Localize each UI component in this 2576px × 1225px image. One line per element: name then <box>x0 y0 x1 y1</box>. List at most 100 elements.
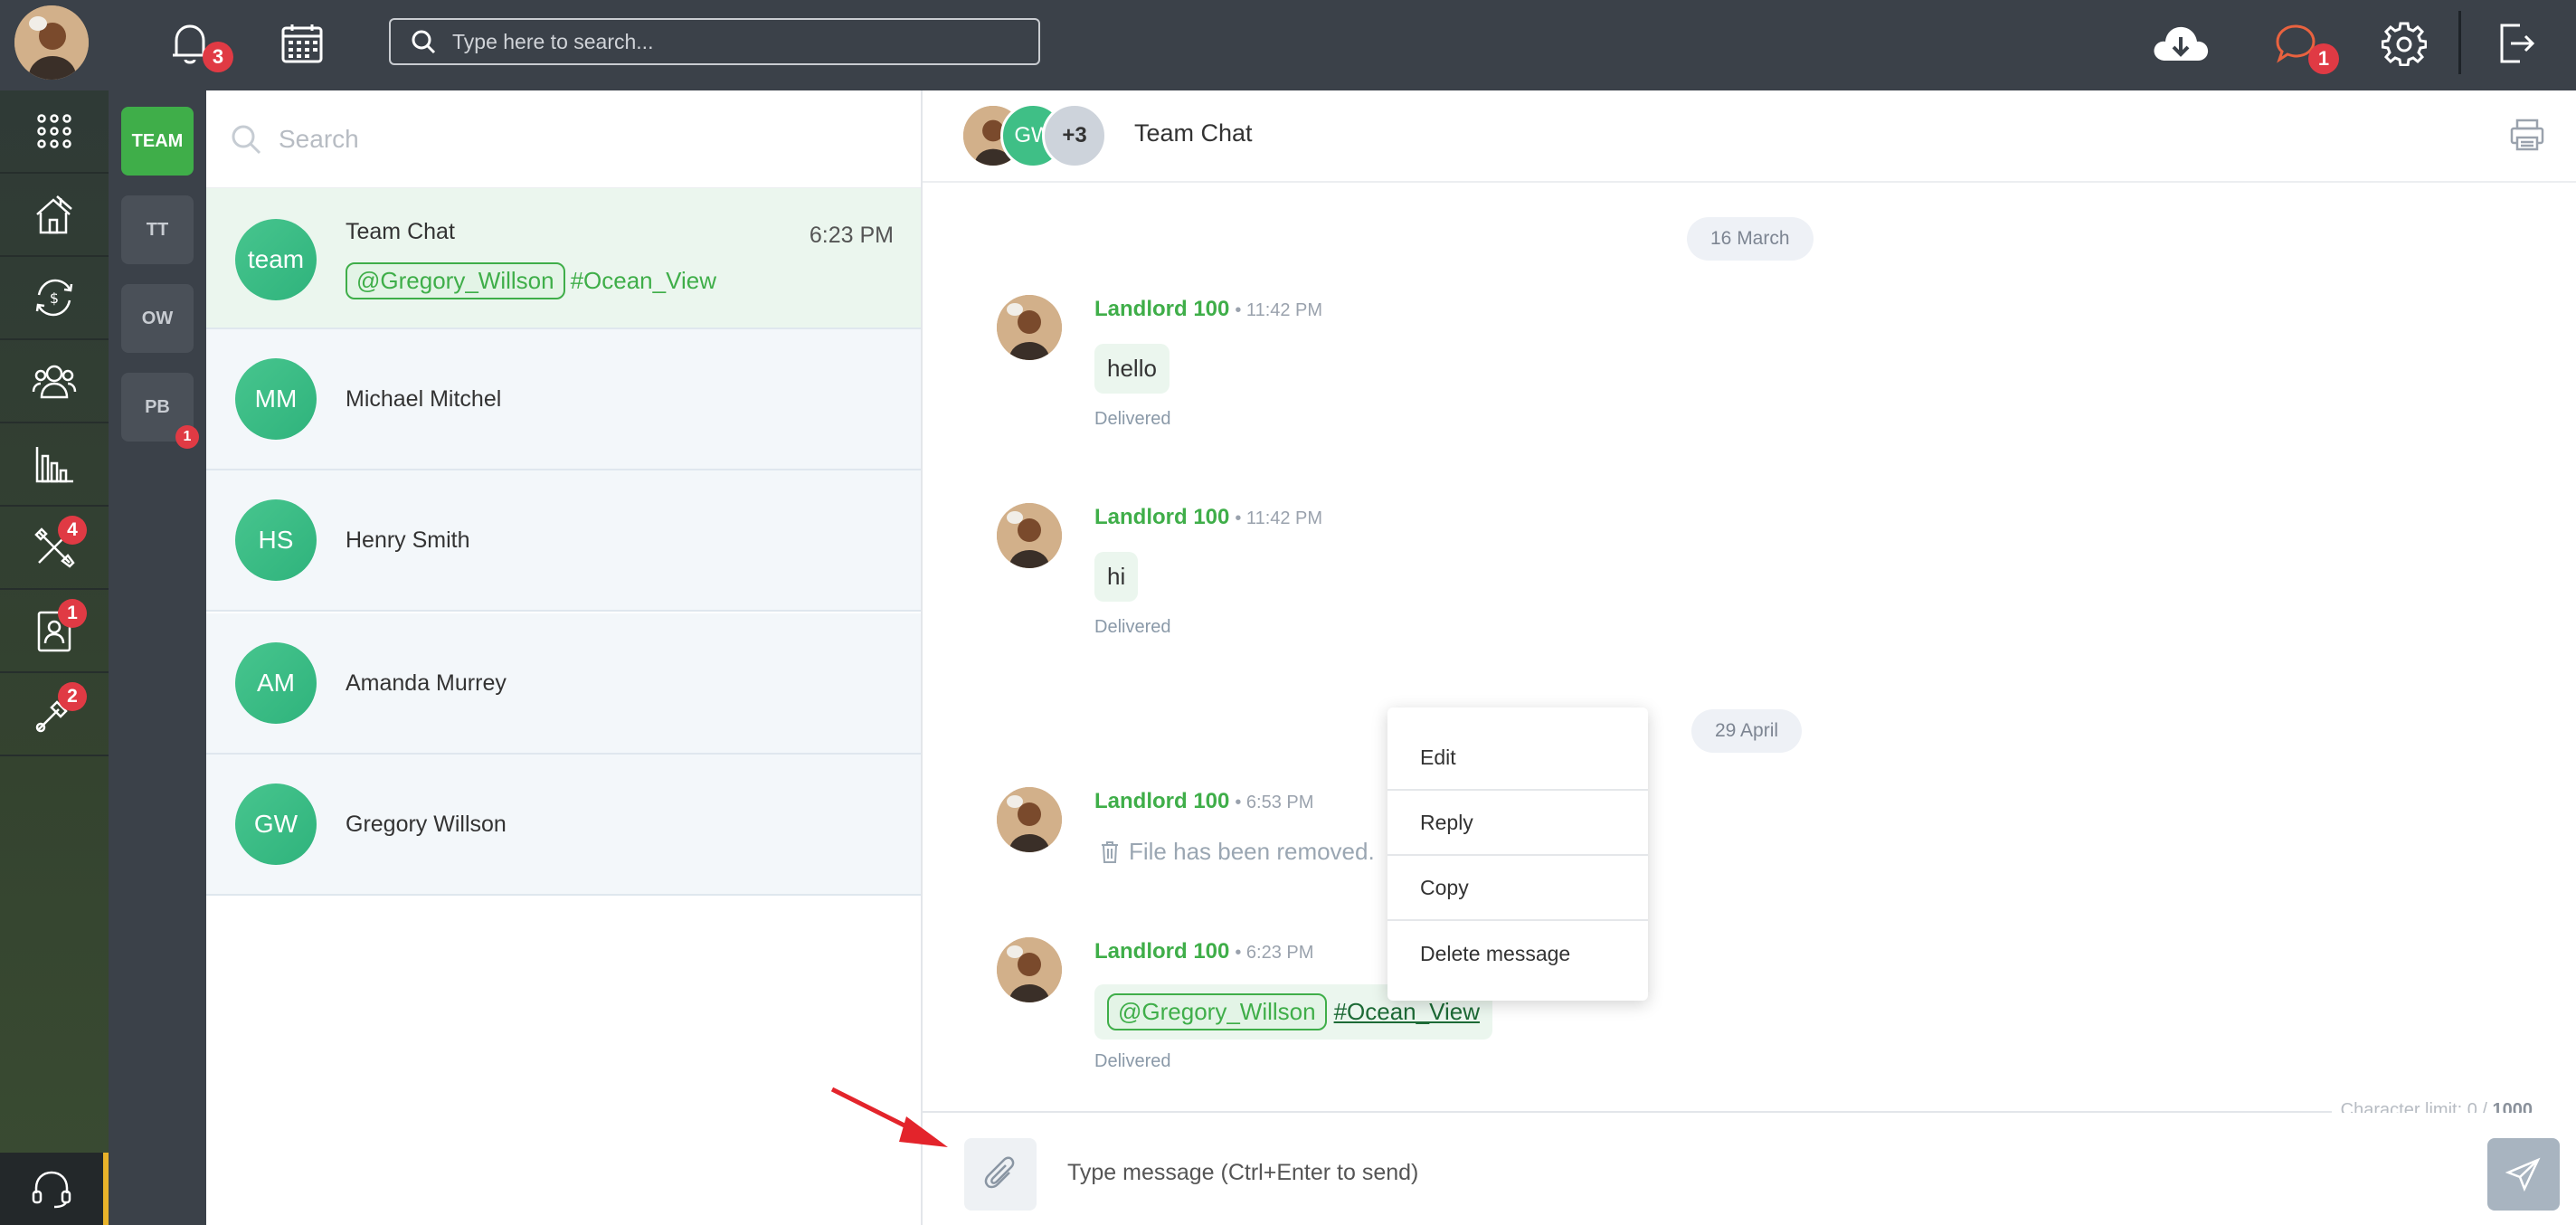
search-icon <box>232 125 261 154</box>
transactions-icon: $ <box>35 279 73 317</box>
group-pb[interactable]: PB 1 <box>121 373 199 449</box>
paperclip-icon <box>984 1156 1015 1189</box>
reports-icon <box>35 447 73 483</box>
nav-transactions[interactable]: $ <box>0 257 109 340</box>
tenant-profile-badge: 1 <box>58 599 87 628</box>
attach-button[interactable] <box>964 1138 1037 1211</box>
message-input[interactable] <box>1067 1147 2334 1198</box>
message-composer <box>923 1113 2576 1225</box>
chat-time: 6:23 PM <box>809 223 894 248</box>
menu-delete-message[interactable]: Delete message <box>1387 921 1648 986</box>
send-icon <box>2505 1157 2541 1192</box>
headset-icon <box>32 1171 71 1209</box>
chat-name: Gregory Willson <box>346 812 507 837</box>
chat-avatar: GW <box>235 783 317 865</box>
author-name: Landlord 100 <box>1094 789 1230 813</box>
send-button[interactable] <box>2487 1138 2560 1211</box>
maintenance-badge: 4 <box>58 516 87 545</box>
chat-avatar: HS <box>235 499 317 581</box>
chat-area: GW +3 Team Chat 16 March Landlord 100 • 1… <box>923 90 2576 1225</box>
chat-avatar: MM <box>235 358 317 440</box>
chat-name: Amanda Murrey <box>346 670 507 696</box>
message-time: • 6:53 PM <box>1235 793 1314 812</box>
calendar-icon[interactable] <box>275 16 329 71</box>
message-avatar[interactable] <box>997 295 1062 360</box>
global-search[interactable] <box>389 18 1040 65</box>
tools-badge: 2 <box>58 682 87 711</box>
message-avatar[interactable] <box>997 787 1062 852</box>
svg-text:$: $ <box>50 290 59 307</box>
chat-list: team Team Chat 6:23 PM @Gregory_Willson#… <box>206 90 923 1225</box>
message-time: • 11:42 PM <box>1235 300 1323 320</box>
chat-header: GW +3 Team Chat <box>923 90 2576 183</box>
group-team[interactable]: TEAM <box>121 107 194 176</box>
annotation-arrow <box>829 1082 955 1155</box>
nav-apps[interactable] <box>0 90 109 174</box>
mention-tag: @Gregory_Willson <box>346 262 565 299</box>
support-button[interactable] <box>0 1153 109 1225</box>
message-author[interactable]: Landlord 100 • 6:53 PM <box>1094 789 1313 814</box>
print-icon[interactable] <box>2509 118 2545 157</box>
chat-item-henry-smith[interactable]: HS Henry Smith <box>206 470 921 612</box>
author-name: Landlord 100 <box>1094 297 1230 321</box>
chat-name: Henry Smith <box>346 527 470 553</box>
chat-item-team-chat[interactable]: team Team Chat 6:23 PM @Gregory_Willson #… <box>206 188 921 329</box>
contacts-icon <box>32 365 77 399</box>
group-label: PB <box>145 396 170 417</box>
chat-item-amanda-murrey[interactable]: AM Amanda Murrey <box>206 613 921 755</box>
nav-tools[interactable]: 2 <box>0 673 109 756</box>
delivery-status: Delivered <box>1094 409 1171 429</box>
chat-name: Team Chat <box>346 219 455 244</box>
author-name: Landlord 100 <box>1094 939 1230 964</box>
notifications-badge: 3 <box>203 42 233 72</box>
group-label: TEAM <box>131 130 184 151</box>
message-author[interactable]: Landlord 100 • 11:42 PM <box>1094 505 1322 530</box>
trash-icon <box>1102 840 1118 863</box>
nav-tenant-profile[interactable]: 1 <box>0 590 109 673</box>
nav-contacts[interactable] <box>0 340 109 423</box>
group-ow[interactable]: OW <box>121 284 194 353</box>
properties-icon <box>36 195 72 234</box>
delivery-status: Delivered <box>1094 617 1171 637</box>
messages-badge: 1 <box>2308 43 2339 74</box>
group-tt[interactable]: TT <box>121 195 194 264</box>
message-time: • 6:23 PM <box>1235 943 1314 963</box>
message-context-menu: Edit Reply Copy Delete message <box>1387 707 1648 1001</box>
menu-edit[interactable]: Edit <box>1387 726 1648 791</box>
message-bubble[interactable]: hello <box>1094 344 1170 394</box>
hashtag-link[interactable]: #Ocean_View <box>1334 998 1480 1025</box>
more-members-badge[interactable]: +3 <box>1042 103 1107 168</box>
message-avatar[interactable] <box>997 937 1062 1002</box>
mention-tag[interactable]: @Gregory_Willson <box>1107 993 1327 1030</box>
cloud-download-icon[interactable] <box>2151 16 2211 71</box>
chat-name: Michael Mitchel <box>346 386 502 412</box>
settings-gear-icon[interactable] <box>2377 16 2431 71</box>
chat-search-input[interactable] <box>279 124 821 154</box>
chat-item-michael-mitchel[interactable]: MM Michael Mitchel <box>206 329 921 470</box>
message-bubble[interactable]: hi <box>1094 552 1139 602</box>
removed-file-message[interactable]: File has been removed. <box>1100 838 1375 866</box>
nav-reports[interactable] <box>0 423 109 507</box>
delivery-status: Delivered <box>1094 1051 1171 1071</box>
messages-chat-icon[interactable]: 1 <box>2268 16 2339 74</box>
menu-reply[interactable]: Reply <box>1387 791 1648 856</box>
message-author[interactable]: Landlord 100 • 6:23 PM <box>1094 939 1313 964</box>
chat-item-gregory-willson[interactable]: GW Gregory Willson <box>206 755 921 896</box>
chat-avatar: team <box>235 219 317 300</box>
global-search-input[interactable] <box>452 29 1013 54</box>
removed-file-text: File has been removed. <box>1129 838 1375 865</box>
chat-preview: @Gregory_Willson #Ocean_View <box>346 262 716 299</box>
nav-maintenance[interactable]: 4 <box>0 507 109 590</box>
message-avatar[interactable] <box>997 503 1062 568</box>
group-label: TT <box>146 219 169 240</box>
author-name: Landlord 100 <box>1094 505 1230 529</box>
notifications-bell-icon[interactable]: 3 <box>163 16 233 72</box>
nav-properties[interactable] <box>0 174 109 257</box>
main-nav: $ 4 1 2 <box>0 90 109 1225</box>
menu-copy[interactable]: Copy <box>1387 856 1648 921</box>
message-author[interactable]: Landlord 100 • 11:42 PM <box>1094 297 1322 322</box>
user-avatar[interactable] <box>14 5 89 80</box>
date-separator: 16 March <box>1687 217 1814 261</box>
logout-icon[interactable] <box>2489 16 2543 71</box>
chat-search[interactable] <box>206 90 921 188</box>
